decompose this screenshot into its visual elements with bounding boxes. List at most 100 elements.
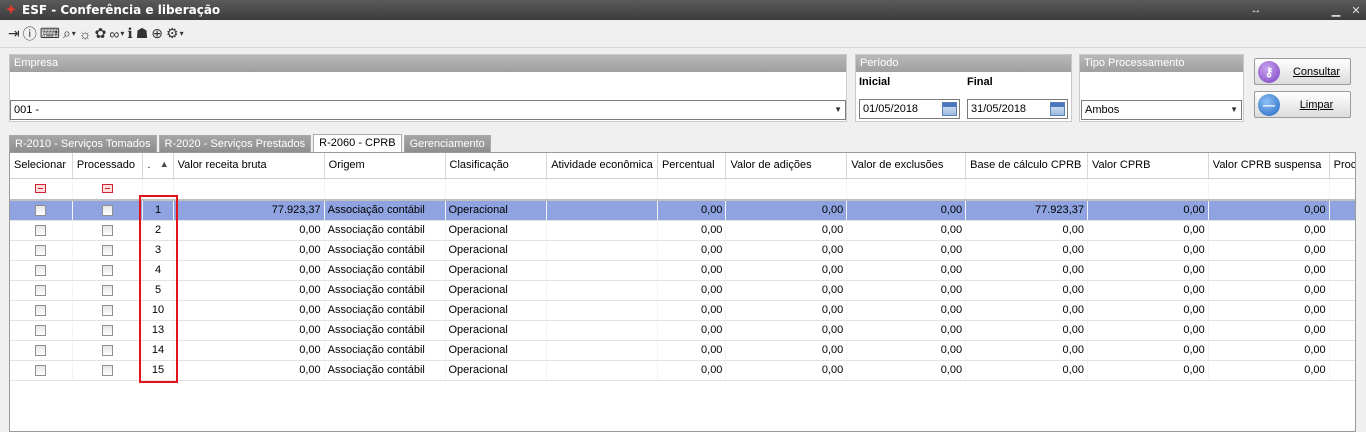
- col-clasificacao[interactable]: Clasificação: [445, 153, 548, 179]
- user-icon[interactable]: ☗: [136, 23, 149, 45]
- cell-origem: Associação contábil: [324, 280, 446, 301]
- table-row[interactable]: 1 77.923,37 Associação contábil Operacional…: [10, 200, 1355, 221]
- tab-r2010[interactable]: R-2010 - Serviços Tomados: [9, 135, 157, 152]
- cell-cprb: 0,00: [1087, 360, 1209, 381]
- tab-bar: R-2010 - Serviços Tomados R-2020 - Servi…: [9, 134, 493, 152]
- cell-atividade: [546, 360, 658, 381]
- table-row[interactable]: 2 0,00 Associação contábil Operacional 0,00 0…: [10, 220, 1355, 241]
- chevron-down-icon: ▼: [834, 105, 842, 114]
- cell-receita: 0,00: [173, 280, 325, 301]
- consultar-button[interactable]: ⚷ Consultar: [1254, 58, 1351, 85]
- col-valor-cprb-suspensa[interactable]: Valor CPRB suspensa: [1208, 153, 1330, 179]
- empresa-value: 001 -: [14, 104, 40, 116]
- processed-checkbox[interactable]: [102, 244, 114, 256]
- tipo-processamento-select[interactable]: Ambos ▼: [1081, 100, 1242, 120]
- window-title: ESF - Conferência e liberação: [22, 3, 221, 17]
- cell-id: 4: [142, 260, 174, 281]
- link-icon[interactable]: ∞ ▾: [109, 23, 124, 45]
- processed-checkbox[interactable]: [102, 364, 114, 376]
- table-row[interactable]: 15 0,00 Associação contábil Operacional 0,00…: [10, 360, 1355, 381]
- select-checkbox[interactable]: [35, 284, 47, 296]
- cell-origem: Associação contábil: [324, 320, 446, 341]
- add-page-icon[interactable]: ⊕: [151, 23, 163, 45]
- cell-cprb: 0,00: [1087, 340, 1209, 361]
- calendar-icon[interactable]: [942, 102, 957, 116]
- select-checkbox[interactable]: [35, 364, 47, 376]
- col-valor-cprb[interactable]: Valor CPRB: [1087, 153, 1209, 179]
- processed-checkbox[interactable]: [102, 204, 114, 216]
- cell-suspensa: 0,00: [1208, 260, 1330, 281]
- select-checkbox[interactable]: [35, 304, 47, 316]
- data-final-field[interactable]: 31/05/2018: [967, 99, 1068, 119]
- cell-clasificacao: Operacional: [445, 200, 548, 221]
- cell-base: 0,00: [965, 220, 1088, 241]
- col-valor-adicoes[interactable]: Valor de adições: [725, 153, 848, 179]
- table-row[interactable]: 14 0,00 Associação contábil Operacional 0,00…: [10, 340, 1355, 361]
- select-checkbox[interactable]: [35, 204, 47, 216]
- col-id[interactable]: . ▲: [142, 153, 174, 179]
- col-selecionar[interactable]: Selecionar: [10, 153, 73, 179]
- cell-percentual: 0,00: [657, 240, 727, 261]
- cell-suspensa: 0,00: [1208, 200, 1330, 221]
- cell-percentual: 0,00: [657, 220, 727, 241]
- limpar-button[interactable]: — Limpar: [1254, 91, 1351, 118]
- col-atividade-economica[interactable]: Atividade econômica: [546, 153, 658, 179]
- tab-gerenciamento[interactable]: Gerenciamento: [403, 135, 491, 152]
- cell-adicoes: 0,00: [725, 360, 848, 381]
- chevron-down-icon: ▼: [1230, 105, 1238, 114]
- info-icon[interactable]: ℹ: [127, 23, 132, 45]
- processed-checkbox[interactable]: [102, 284, 114, 296]
- empresa-select[interactable]: 001 - ▼: [10, 100, 846, 120]
- tab-r2060[interactable]: R-2060 - CPRB: [313, 134, 402, 152]
- resize-icon[interactable]: ↔: [1246, 0, 1266, 20]
- cell-receita: 0,00: [173, 220, 325, 241]
- calendar-icon[interactable]: [1050, 102, 1065, 116]
- minimize-button[interactable]: ▁: [1326, 0, 1346, 20]
- col-percentual[interactable]: Percentual: [657, 153, 727, 179]
- search-icon[interactable]: ⌕ ▾: [63, 23, 76, 45]
- select-checkbox[interactable]: [35, 324, 47, 336]
- select-checkbox[interactable]: [35, 224, 47, 236]
- title-bar: ✦ ESF - Conferência e liberação ↔ ▁ ✕: [0, 0, 1366, 20]
- select-checkbox[interactable]: [35, 264, 47, 276]
- cell-suspensa: 0,00: [1208, 340, 1330, 361]
- col-valor-exclusoes[interactable]: Valor de exclusões: [846, 153, 967, 179]
- col-valor-receita-bruta[interactable]: Valor receita bruta: [173, 153, 325, 179]
- data-inicial-field[interactable]: 01/05/2018: [859, 99, 960, 119]
- cell-exclusoes: 0,00: [846, 280, 967, 301]
- table-row[interactable]: 4 0,00 Associação contábil Operacional 0,00 0…: [10, 260, 1355, 281]
- processed-checkbox[interactable]: [102, 224, 114, 236]
- cell-origem: Associação contábil: [324, 360, 446, 381]
- table-row[interactable]: 13 0,00 Associação contábil Operacional 0,00…: [10, 320, 1355, 341]
- select-checkbox[interactable]: [35, 344, 47, 356]
- exit-icon[interactable]: ⇥: [8, 23, 20, 45]
- col-processado[interactable]: Processado: [72, 153, 144, 179]
- processed-checkbox[interactable]: [102, 264, 114, 276]
- lightbulb-icon[interactable]: ☼: [79, 23, 92, 45]
- cell-id: 14: [142, 340, 174, 361]
- cell-exclusoes: 0,00: [846, 360, 967, 381]
- puzzle-icon[interactable]: ✿: [95, 23, 107, 45]
- select-checkbox[interactable]: [35, 244, 47, 256]
- cell-percentual: 0,00: [657, 280, 727, 301]
- table-row[interactable]: 3 0,00 Associação contábil Operacional 0,00 0…: [10, 240, 1355, 261]
- processed-checkbox[interactable]: [102, 344, 114, 356]
- cell-receita: 0,00: [173, 360, 325, 381]
- col-base-calculo-cprb[interactable]: Base de cálculo CPRB: [965, 153, 1088, 179]
- keyboard-icon[interactable]: ⌨: [40, 23, 60, 45]
- processed-checkbox[interactable]: [102, 304, 114, 316]
- table-row[interactable]: 10 0,00 Associação contábil Operacional 0,00…: [10, 300, 1355, 321]
- filter-processado-checkbox[interactable]: [102, 184, 114, 194]
- processed-checkbox[interactable]: [102, 324, 114, 336]
- cell-atividade: [546, 320, 658, 341]
- table-row[interactable]: 5 0,00 Associação contábil Operacional 0,00 0…: [10, 280, 1355, 301]
- col-origem[interactable]: Origem: [324, 153, 446, 179]
- close-button[interactable]: ✕: [1346, 0, 1366, 20]
- col-processamento[interactable]: Proces: [1329, 153, 1355, 179]
- settings-icon[interactable]: ⚙ ▾: [166, 23, 184, 45]
- cell-base: 77.923,37: [965, 200, 1088, 221]
- filter-selecionar-checkbox[interactable]: [35, 184, 47, 194]
- tab-r2020[interactable]: R-2020 - Serviços Prestados: [158, 135, 312, 152]
- cell-base: 0,00: [965, 260, 1088, 281]
- help-icon[interactable]: ⓘ: [23, 23, 37, 45]
